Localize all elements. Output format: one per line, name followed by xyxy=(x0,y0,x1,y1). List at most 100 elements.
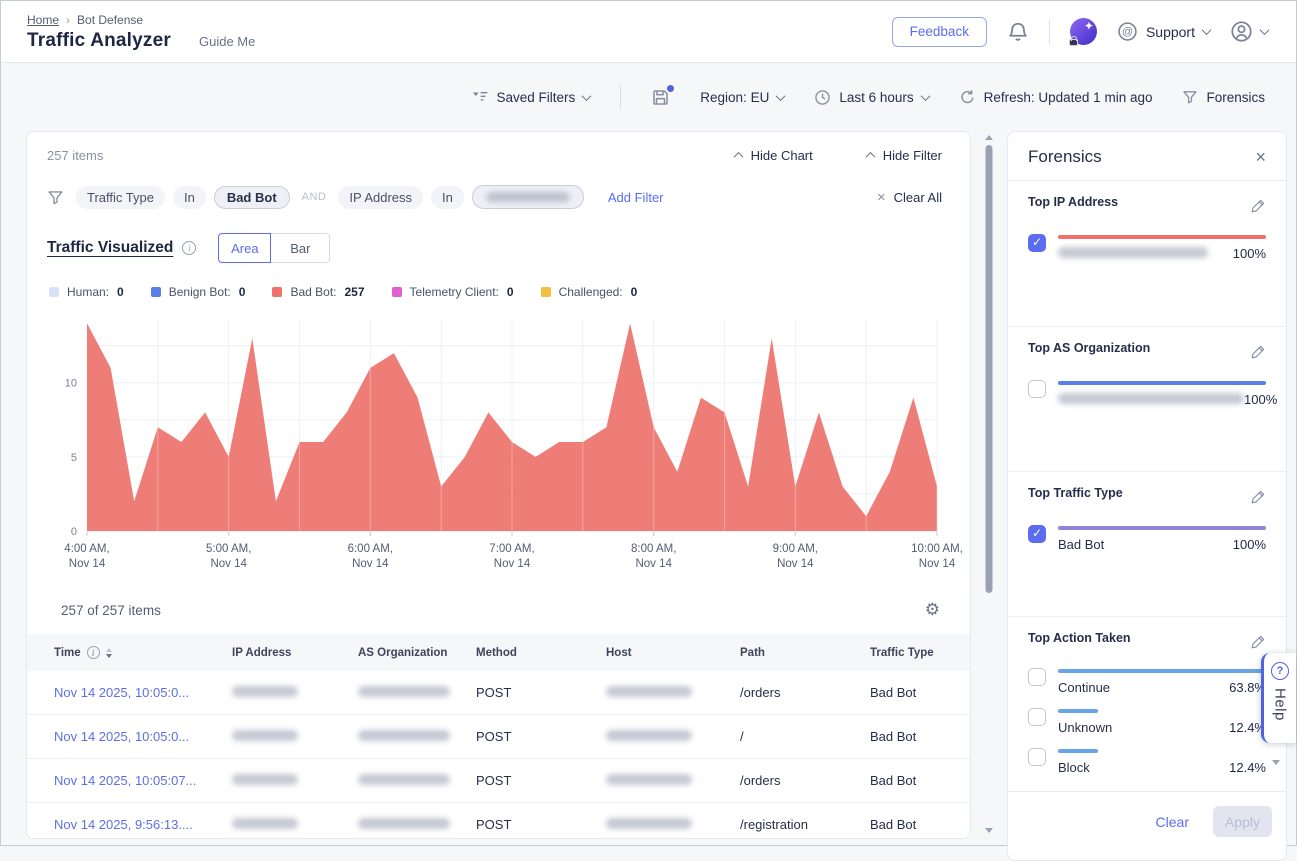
column-header-traffic-type[interactable]: Traffic Type xyxy=(870,647,962,659)
checkbox[interactable] xyxy=(1028,708,1046,726)
help-tab[interactable]: ? Help xyxy=(1261,653,1296,743)
filter-value-chip[interactable]: Bad Bot xyxy=(214,186,290,209)
checkbox[interactable] xyxy=(1028,748,1046,766)
checkbox[interactable] xyxy=(1028,668,1046,686)
chevron-down-icon xyxy=(1202,25,1212,35)
edit-icon[interactable] xyxy=(1250,634,1266,655)
chevron-down-icon xyxy=(1260,25,1270,35)
method-cell: POST xyxy=(476,773,606,788)
sort-icon[interactable] xyxy=(106,648,112,658)
content-scrollbar[interactable] xyxy=(971,131,1007,839)
apply-button[interactable]: Apply xyxy=(1213,806,1272,837)
table-summary: 257 of 257 items xyxy=(61,603,161,618)
time-link[interactable]: Nov 14 2025, 10:05:07... xyxy=(54,773,232,788)
feedback-button[interactable]: Feedback xyxy=(892,17,987,47)
chevron-down-icon xyxy=(582,91,592,101)
scroll-down-arrow[interactable] xyxy=(985,828,993,833)
bar-toggle-button[interactable]: Bar xyxy=(271,233,330,263)
edit-icon[interactable] xyxy=(1250,344,1266,365)
hide-chart-toggle[interactable]: Hide Chart xyxy=(735,148,821,163)
svg-text:6:00 AM,: 6:00 AM, xyxy=(348,543,393,555)
scrollbar-thumb[interactable] xyxy=(986,145,993,593)
info-icon[interactable]: i xyxy=(87,646,100,659)
close-icon: × xyxy=(877,190,886,205)
refresh-button[interactable]: Refresh: Updated 1 min ago xyxy=(959,89,1153,106)
filter-field-chip[interactable]: Traffic Type xyxy=(76,186,165,209)
traffic-area-chart[interactable]: 05104:00 AM,Nov 145:00 AM,Nov 146:00 AM,… xyxy=(47,313,950,580)
legend-item-telemetry-client: Telemetry Client:0 xyxy=(392,285,514,299)
saved-filters-menu[interactable]: Saved Filters xyxy=(472,90,591,105)
checkbox[interactable] xyxy=(1028,380,1046,398)
breadcrumb-home-link[interactable]: Home xyxy=(27,13,59,27)
section-scroll-down-arrow[interactable] xyxy=(1272,760,1280,765)
traffic-visualized-title[interactable]: Traffic Visualized xyxy=(47,239,173,257)
edit-icon[interactable] xyxy=(1250,489,1266,510)
path-cell: /registration xyxy=(740,817,870,832)
chevron-down-icon xyxy=(776,91,786,101)
redacted-value xyxy=(486,192,570,202)
scroll-up-arrow[interactable] xyxy=(985,135,993,140)
hide-filter-toggle[interactable]: Hide Filter xyxy=(867,148,950,163)
filter-operator-chip[interactable]: In xyxy=(173,186,206,209)
time-link[interactable]: Nov 14 2025, 10:05:0... xyxy=(54,729,232,744)
save-filter-button[interactable] xyxy=(651,88,670,107)
checkbox[interactable] xyxy=(1028,234,1046,252)
time-range-selector[interactable]: Last 6 hours xyxy=(814,89,928,106)
info-icon[interactable]: i xyxy=(182,241,196,255)
chevron-up-icon xyxy=(865,152,875,162)
account-menu[interactable] xyxy=(1230,20,1268,43)
svg-text:@: @ xyxy=(1122,26,1133,38)
table-row[interactable]: Nov 14 2025, 10:05:07... POST /orders Ba… xyxy=(27,759,970,803)
clear-all-button[interactable]: × Clear All xyxy=(877,190,950,205)
forensics-toggle[interactable]: Forensics xyxy=(1182,89,1265,105)
redacted-as-org xyxy=(358,774,450,785)
column-header-time[interactable]: Time i xyxy=(54,646,232,659)
help-label: Help xyxy=(1272,688,1289,721)
region-selector[interactable]: Region: EU xyxy=(700,90,784,105)
redacted-host xyxy=(606,818,692,829)
filter-funnel-icon xyxy=(47,189,64,206)
notifications-bell-icon[interactable] xyxy=(1007,21,1029,43)
svg-text:9:00 AM,: 9:00 AM, xyxy=(773,543,818,555)
time-link[interactable]: Nov 14 2025, 10:05:0... xyxy=(54,685,232,700)
column-header-ip[interactable]: IP Address xyxy=(232,647,358,659)
items-count: 257 items xyxy=(47,148,103,163)
table-settings-gear-icon[interactable]: ⚙ xyxy=(925,600,940,620)
column-header-method[interactable]: Method xyxy=(476,647,606,659)
legend-item-challenged: Challenged:0 xyxy=(541,285,638,299)
svg-text:Nov 14: Nov 14 xyxy=(352,558,389,570)
add-filter-button[interactable]: Add Filter xyxy=(608,190,664,205)
section-title: Top Traffic Type xyxy=(1028,486,1123,500)
refresh-label: Refresh: Updated 1 min ago xyxy=(984,90,1153,105)
section-title: Top IP Address xyxy=(1028,195,1118,209)
guide-me-link[interactable]: Guide Me xyxy=(199,34,255,49)
legend-item-bad-bot: Bad Bot:257 xyxy=(272,285,364,299)
page-title: Traffic Analyzer xyxy=(27,30,171,52)
legend-swatch xyxy=(49,287,59,297)
table-row[interactable]: Nov 14 2025, 10:05:0... POST /orders Bad… xyxy=(27,671,970,715)
column-header-as-org[interactable]: AS Organization xyxy=(358,647,476,659)
edit-icon[interactable] xyxy=(1250,198,1266,219)
clear-button[interactable]: Clear xyxy=(1156,814,1189,830)
lock-icon xyxy=(1069,39,1078,46)
table-row[interactable]: Nov 14 2025, 10:05:0... POST / Bad Bot xyxy=(27,715,970,759)
close-icon[interactable]: × xyxy=(1255,148,1266,166)
table-row[interactable]: Nov 14 2025, 9:56:13.... POST /registrat… xyxy=(27,803,970,839)
column-header-path[interactable]: Path xyxy=(740,647,870,659)
filter-value-chip-redacted[interactable] xyxy=(472,185,584,209)
redacted-host xyxy=(606,686,692,697)
svg-text:Nov 14: Nov 14 xyxy=(494,558,531,570)
support-menu[interactable]: @ Support xyxy=(1117,21,1210,42)
svg-text:4:00 AM,: 4:00 AM, xyxy=(64,543,109,555)
column-header-host[interactable]: Host xyxy=(606,647,740,659)
area-toggle-button[interactable]: Area xyxy=(218,233,271,263)
ai-assistant-icon[interactable]: ✦ xyxy=(1070,18,1097,45)
filter-field-chip[interactable]: IP Address xyxy=(338,186,423,209)
chevron-down-icon xyxy=(920,91,930,101)
section-title: Top AS Organization xyxy=(1028,341,1150,355)
region-label: Region: EU xyxy=(700,90,769,105)
time-link[interactable]: Nov 14 2025, 9:56:13.... xyxy=(54,817,232,832)
filter-operator-chip[interactable]: In xyxy=(431,186,464,209)
checkbox[interactable] xyxy=(1028,525,1046,543)
forensics-item: 100% xyxy=(1028,379,1266,407)
